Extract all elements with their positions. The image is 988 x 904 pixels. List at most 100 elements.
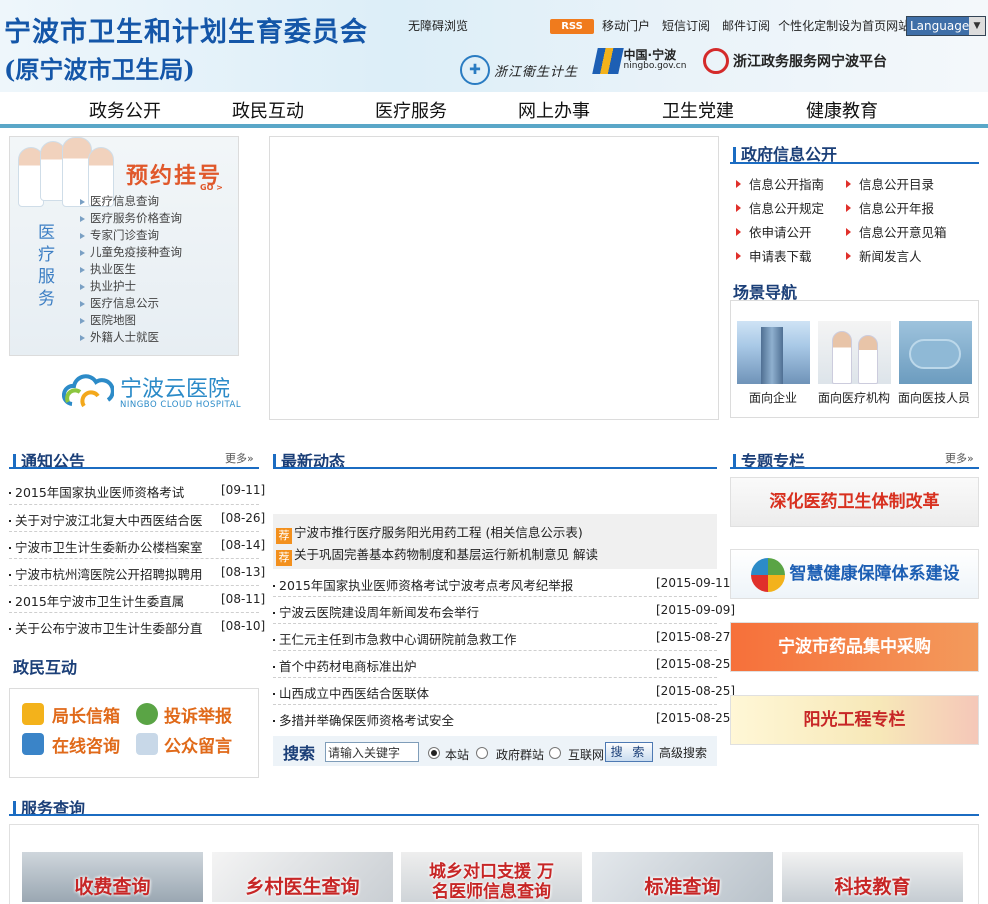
notice-item[interactable]: 宁波市杭州湾医院公开招聘拟聘用 — [9, 564, 203, 583]
gov-info-link[interactable]: 信息公开规定 — [736, 198, 824, 217]
notice-text: 宁波市卫生计生委新办公楼档案室 — [15, 540, 203, 555]
gov-info-link[interactable]: 新闻发言人 — [846, 246, 922, 265]
news-text: 宁波云医院建设周年新闻发布会举行 — [279, 605, 480, 620]
nav-item-health-education[interactable]: 健康教育 — [806, 97, 878, 123]
featured-news-item[interactable]: 荐宁波市推行医疗服务阳光用药工程 (相关信息公示表) — [276, 522, 583, 544]
online-consult-link[interactable]: 在线咨询 — [52, 732, 120, 757]
news-item[interactable]: 多措并举确保医师资格考试安全 — [273, 710, 454, 729]
special-more-link[interactable]: 更多» — [945, 450, 974, 466]
medical-staff-image[interactable] — [899, 321, 972, 384]
news-text: 山西成立中西医结合医联体 — [279, 686, 430, 701]
special-medical-reform-banner[interactable]: 深化医药卫生体制改革 — [730, 477, 979, 527]
featured-news-item[interactable]: 荐关于巩固完善基本药物制度和基层运行新机制意见 解读 — [276, 544, 598, 566]
divider — [730, 467, 979, 469]
language-select[interactable]: Language ▼ — [906, 16, 986, 36]
medical-link[interactable]: 执业医生 — [80, 261, 182, 278]
medical-link[interactable]: 医疗信息公示 — [80, 295, 182, 312]
nav-item-interaction[interactable]: 政民互动 — [232, 97, 304, 123]
service-fee-query[interactable]: 收费查询 — [22, 852, 203, 902]
partner-zhejiang-service[interactable]: 浙江政务服务网宁波平台 — [702, 48, 887, 74]
gov-info-link[interactable]: 信息公开年报 — [846, 198, 934, 217]
medical-links: 医疗信息查询 医疗服务价格查询 专家门诊查询 儿童免疫接种查询 执业医生 执业护… — [80, 193, 182, 346]
notice-item[interactable]: 关于对宁波江北复大中西医结合医 — [9, 510, 203, 529]
news-item[interactable]: 2015年国家执业医师资格考试宁波考点考风考纪举报 — [273, 575, 573, 594]
customize-link[interactable]: 个性化定制 — [778, 17, 838, 34]
medical-link[interactable]: 执业护士 — [80, 278, 182, 295]
gov-info-link[interactable]: 信息公开目录 — [846, 174, 934, 193]
gov-info-link[interactable]: 信息公开指南 — [736, 174, 824, 193]
medical-link[interactable]: 医疗信息查询 — [80, 193, 182, 210]
cloud-hospital-en: NINGBO CLOUD HOSPITAL — [120, 400, 242, 410]
notice-item[interactable]: 宁波市卫生计生委新办公楼档案室 — [9, 537, 203, 556]
service-village-doctor-query[interactable]: 乡村医生查询 — [212, 852, 393, 902]
search-input[interactable] — [325, 742, 419, 762]
mobile-portal-link[interactable]: 移动门户 — [602, 17, 650, 34]
search-scope-label: 政府群站 — [496, 748, 545, 762]
advanced-search-link[interactable]: 高级搜索 — [659, 744, 707, 761]
banner-slideshow[interactable] — [269, 136, 719, 420]
service-rural-support-query[interactable]: 城乡对口支援 万名医师信息查询 — [401, 852, 582, 902]
service-standard-query[interactable]: 标准查询 — [592, 852, 773, 902]
news-date: [2015-08-25] — [656, 684, 736, 698]
nav-item-medical-service[interactable]: 医疗服务 — [375, 97, 447, 123]
divider — [730, 162, 979, 164]
divider — [9, 467, 259, 469]
site-title[interactable]: 宁波市卫生和计划生育委员会 — [4, 10, 368, 49]
news-text: 王仁元主任到市急救中心调研院前急救工作 — [279, 632, 517, 647]
partner-ningbo-gov[interactable]: 中国·宁波 ningbo.gov.cn — [591, 48, 686, 74]
email-subscribe-link[interactable]: 邮件订阅 — [722, 17, 770, 34]
notice-item[interactable]: 2015年宁波市卫生计生委直属 — [9, 591, 184, 610]
director-mailbox-link[interactable]: 局长信箱 — [52, 702, 120, 727]
search-button[interactable]: 搜 索 — [605, 742, 653, 762]
accessibility-link[interactable]: 无障碍浏览 — [408, 17, 468, 34]
divider — [273, 467, 717, 469]
news-item[interactable]: 王仁元主任到市急救中心调研院前急救工作 — [273, 629, 517, 648]
nav-item-online-service[interactable]: 网上办事 — [518, 97, 590, 123]
search-scope-web-radio[interactable] — [549, 747, 561, 759]
service-label: 标准查询 — [644, 876, 721, 898]
medical-link[interactable]: 外籍人士就医 — [80, 329, 182, 346]
gov-info-link[interactable]: 依申请公开 — [736, 222, 812, 241]
partner-zhejiang-health[interactable]: ✚ 浙江衛生计生 — [460, 55, 578, 85]
medical-link[interactable]: 医疗服务价格查询 — [80, 210, 182, 227]
news-item[interactable]: 山西成立中西医结合医联体 — [273, 683, 429, 702]
search-scope-gov-radio[interactable] — [476, 747, 488, 759]
set-homepage-link[interactable]: 设为首页 — [838, 17, 886, 34]
search-scope-site-radio[interactable] — [428, 747, 440, 759]
cloud-hospital-logo[interactable]: 宁波云医院 NINGBO CLOUD HOSPITAL — [62, 368, 241, 414]
medical-link[interactable]: 专家门诊查询 — [80, 227, 182, 244]
notice-text: 关于对宁波江北复大中西医结合医 — [15, 513, 203, 528]
nav-item-party-building[interactable]: 卫生党建 — [662, 97, 734, 123]
special-sunshine-banner[interactable]: 阳光工程专栏 — [730, 695, 979, 745]
complaint-link[interactable]: 投诉举报 — [164, 702, 232, 727]
appointment-title[interactable]: 预约挂号 — [126, 158, 222, 190]
news-item[interactable]: 宁波云医院建设周年新闻发布会举行 — [273, 602, 479, 621]
scene-staff-label[interactable]: 面向医技人员 — [898, 389, 970, 406]
public-message-link[interactable]: 公众留言 — [164, 732, 232, 757]
medical-link[interactable]: 医院地图 — [80, 312, 182, 329]
special-smart-health-banner[interactable]: 智慧健康保障体系建设 — [730, 549, 979, 599]
notice-date: [08-14] — [221, 538, 266, 552]
scene-enterprise-label[interactable]: 面向企业 — [749, 389, 797, 406]
news-text: 多措并举确保医师资格考试安全 — [279, 713, 455, 728]
partner-label: 中国·宁波 — [623, 48, 677, 62]
medical-link[interactable]: 儿童免疫接种查询 — [80, 244, 182, 261]
medical-institution-image[interactable] — [818, 321, 891, 384]
scene-institution-label[interactable]: 面向医疗机构 — [818, 389, 890, 406]
news-item[interactable]: 首个中药材电商标准出炉 — [273, 656, 417, 675]
notice-item[interactable]: 2015年国家执业医师资格考试 — [9, 482, 184, 501]
search-label: 搜索 — [283, 744, 316, 763]
gov-info-link[interactable]: 信息公开意见箱 — [846, 222, 947, 241]
featured-news-text: 关于巩固完善基本药物制度和基层运行新机制意见 解读 — [294, 547, 598, 562]
service-science-education[interactable]: 科技教育 — [782, 852, 963, 902]
nav-item-gov-affairs[interactable]: 政务公开 — [89, 97, 161, 123]
scene-nav-panel: 面向企业 面向医疗机构 面向医技人员 — [730, 300, 979, 418]
notices-more-link[interactable]: 更多» — [225, 450, 254, 466]
notice-item[interactable]: 关于公布宁波市卫生计生委部分直 — [9, 618, 203, 637]
sms-subscribe-link[interactable]: 短信订阅 — [662, 17, 710, 34]
special-drug-procurement-banner[interactable]: 宁波市药品集中采购 — [730, 622, 979, 672]
service-label: 城乡对口支援 万名医师信息查询 — [429, 862, 554, 902]
gov-info-link[interactable]: 申请表下载 — [736, 246, 812, 265]
rss-icon[interactable]: RSS — [550, 19, 595, 34]
enterprise-building-image[interactable] — [737, 321, 810, 384]
